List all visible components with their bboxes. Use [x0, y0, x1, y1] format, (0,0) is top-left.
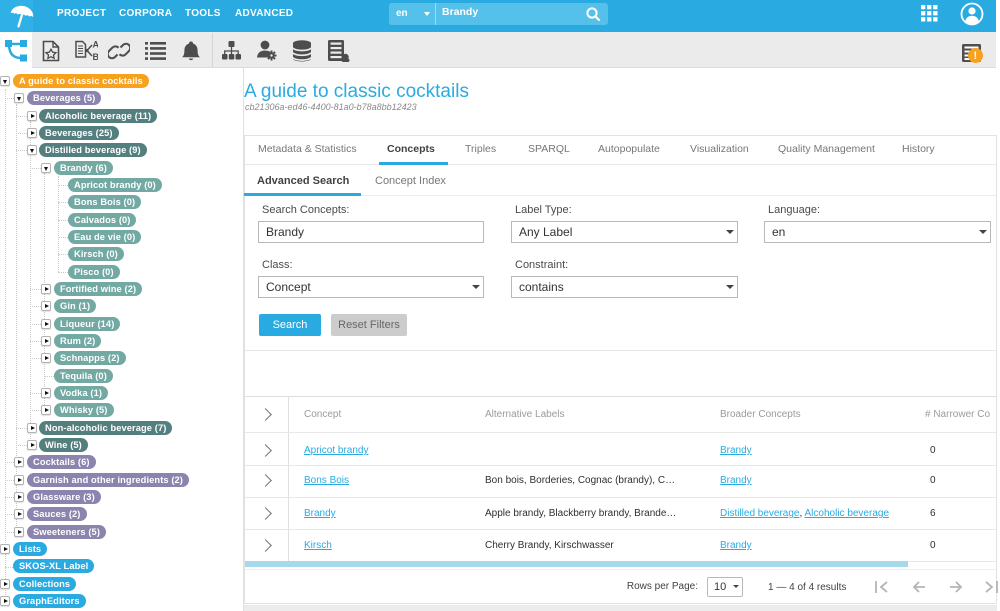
svg-text:B: B	[93, 52, 99, 62]
svg-text:A: A	[93, 40, 99, 50]
